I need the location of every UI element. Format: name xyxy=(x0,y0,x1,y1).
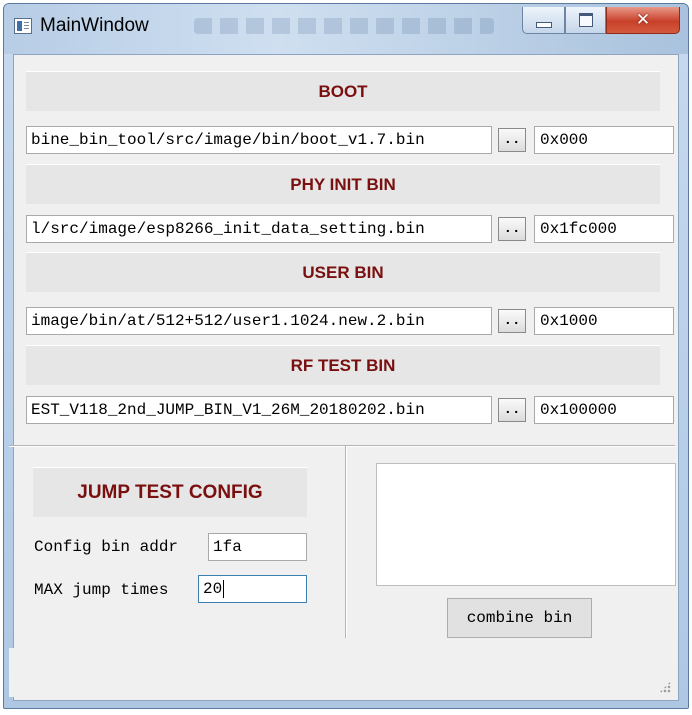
window-title: MainWindow xyxy=(40,15,149,36)
maximize-button[interactable] xyxy=(565,7,606,34)
user-bin-address-input[interactable]: 0x1000 xyxy=(534,307,674,335)
combine-bin-button[interactable]: combine bin xyxy=(447,598,592,638)
close-icon: ✕ xyxy=(635,10,651,30)
rf-test-browse-button[interactable]: .. xyxy=(498,398,526,422)
config-bin-addr-label: Config bin addr xyxy=(34,538,179,556)
output-log[interactable] xyxy=(376,463,676,586)
status-bar xyxy=(9,648,675,697)
jump-test-config-header: JUMP TEST CONFIG xyxy=(33,467,307,517)
section-header-phy-init-bin: PHY INIT BIN xyxy=(26,164,660,204)
text-caret xyxy=(223,579,225,598)
horizontal-divider xyxy=(9,445,675,447)
max-jump-times-value: 20 xyxy=(203,580,223,598)
phy-init-path-input[interactable]: l/src/image/esp8266_init_data_setting.bi… xyxy=(26,215,492,243)
minimize-icon xyxy=(535,22,552,28)
max-jump-times-label: MAX jump times xyxy=(34,581,169,599)
app-icon[interactable] xyxy=(14,18,32,34)
phy-init-address-input[interactable]: 0x1fc000 xyxy=(534,215,674,243)
close-button[interactable]: ✕ xyxy=(606,7,680,34)
vertical-divider xyxy=(345,446,347,638)
rf-test-address-input[interactable]: 0x100000 xyxy=(534,396,674,424)
section-header-rf-test-bin: RF TEST BIN xyxy=(26,345,660,385)
boot-path-input[interactable]: bine_bin_tool/src/image/bin/boot_v1.7.bi… xyxy=(26,126,492,154)
title-bar[interactable]: MainWindow ✕ xyxy=(4,4,688,54)
user-bin-path-input[interactable]: image/bin/at/512+512/user1.1024.new.2.bi… xyxy=(26,307,492,335)
boot-browse-button[interactable]: .. xyxy=(498,128,526,152)
config-bin-addr-input[interactable]: 1fa xyxy=(208,533,307,561)
maximize-icon xyxy=(578,13,593,27)
boot-address-input[interactable]: 0x000 xyxy=(534,126,674,154)
rf-test-path-input[interactable]: EST_V118_2nd_JUMP_BIN_V1_26M_20180202.bi… xyxy=(26,396,492,424)
title-bar-background-blur xyxy=(194,18,494,34)
max-jump-times-input[interactable]: 20 xyxy=(198,575,307,603)
user-bin-browse-button[interactable]: .. xyxy=(498,309,526,333)
minimize-button[interactable] xyxy=(522,7,565,34)
resize-grip-icon[interactable] xyxy=(659,681,671,693)
section-header-user-bin: USER BIN xyxy=(26,252,660,292)
phy-init-browse-button[interactable]: .. xyxy=(498,217,526,241)
section-header-boot: BOOT xyxy=(26,71,660,111)
